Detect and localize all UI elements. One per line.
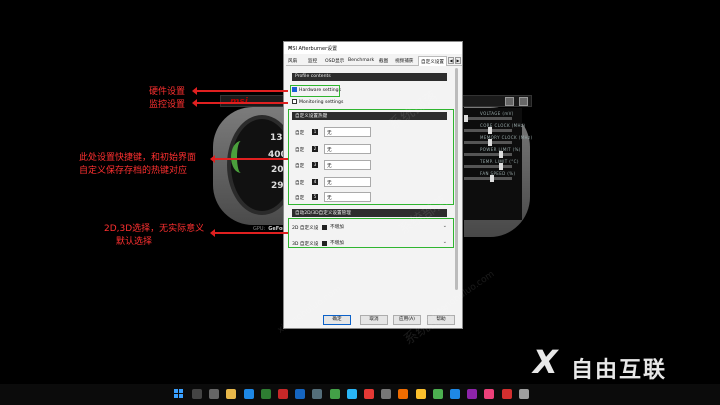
brand-x-icon: X <box>533 343 558 381</box>
notes-icon[interactable] <box>415 389 426 399</box>
slider-knob[interactable] <box>488 127 493 134</box>
slider-track <box>464 165 512 168</box>
annotation-hotkeys-line2: 自定义保存存档的热键对应 <box>79 166 188 176</box>
red-app-icon[interactable] <box>278 389 288 399</box>
tab-benchmark[interactable]: Benchmark <box>348 58 374 63</box>
afterburner-slider[interactable]: VOLTAGE (mV) <box>462 111 520 123</box>
arrow-icon <box>210 229 288 237</box>
gauge-value: 29 <box>271 181 284 191</box>
slider-knob[interactable] <box>499 151 504 158</box>
tab-fan[interactable]: 风扇 <box>288 58 297 64</box>
afterburner-slider[interactable]: TEMP. LIMIT (°C) <box>462 159 520 171</box>
tab-monitoring[interactable]: 监控 <box>308 58 317 64</box>
ok-button[interactable]: 确定 <box>323 315 351 325</box>
monitoring-settings-checkbox[interactable]: Monitoring settings <box>292 99 343 107</box>
red-app-2-icon[interactable] <box>501 389 512 399</box>
browser-icon[interactable] <box>260 389 271 399</box>
dialog-tabs: 风扇 监控 OSD显示 Benchmark 截图 视频捕获 自定义设置 ◀ ▶ <box>286 56 462 66</box>
brand-logo: X 自由互联 <box>533 343 703 383</box>
highlight-hardware-settings <box>290 85 340 97</box>
afterburner-icon[interactable] <box>518 389 529 399</box>
media-icon[interactable] <box>398 389 409 399</box>
slider-label: VOLTAGE (mV) <box>480 111 514 116</box>
profile-contents-header: Profile contents <box>292 73 447 81</box>
arrow-icon <box>192 87 288 95</box>
tab-video-capture[interactable]: 视频捕获 <box>395 58 413 64</box>
blue-app-icon[interactable] <box>295 389 306 399</box>
slider-knob[interactable] <box>464 115 468 122</box>
task-view-icon[interactable] <box>209 389 220 399</box>
slider-knob[interactable] <box>490 175 495 182</box>
slider-label: CORE CLOCK (MHz) <box>480 123 526 128</box>
gauge-arc <box>231 141 251 173</box>
taskbar <box>0 384 720 405</box>
annotation-mode-line1: 2D,3D选择，无实际意义 <box>104 224 205 234</box>
annotation-monitoring: 监控设置 <box>149 100 186 110</box>
annotation-mode-line2: 默认选择 <box>116 237 153 247</box>
close-icon[interactable]: ✕ <box>288 45 459 51</box>
edge-icon[interactable] <box>243 389 254 399</box>
cancel-button[interactable]: 取消 <box>360 315 388 325</box>
arrow-icon <box>210 155 288 163</box>
gauge-value: 20 <box>271 165 284 175</box>
monitoring-settings-label: Monitoring settings <box>299 100 344 105</box>
slider-track <box>464 177 512 180</box>
checkbox-unchecked-icon <box>292 99 297 104</box>
tab-osd[interactable]: OSD显示 <box>325 58 344 64</box>
wechat-icon[interactable] <box>329 389 340 399</box>
afterburner-slider[interactable]: CORE CLOCK (MHz) <box>462 123 525 135</box>
minimize-icon[interactable] <box>505 97 514 106</box>
start-icon[interactable] <box>174 389 184 399</box>
tab-scroll-right-icon[interactable]: ▶ <box>455 57 461 64</box>
tab-screenshot[interactable]: 截图 <box>379 58 388 64</box>
afterburner-slider[interactable]: FAN SPEED (%) <box>462 171 520 183</box>
slider-track <box>464 153 512 156</box>
qq-icon[interactable] <box>346 389 357 399</box>
slider-track <box>464 117 512 120</box>
afterburner-slider[interactable]: MEMORY CLOCK (MHz) <box>462 135 532 147</box>
mail-icon[interactable] <box>450 389 460 399</box>
highlight-hotkeys <box>288 109 454 205</box>
chrome-icon[interactable] <box>432 389 443 399</box>
gray-app-icon[interactable] <box>381 389 392 399</box>
pink-app-icon[interactable] <box>484 389 495 399</box>
afterburner-slider[interactable]: POWER LIMIT (%) <box>462 147 520 159</box>
slider-knob[interactable] <box>499 163 504 170</box>
brand-text: 自由互联 <box>571 358 668 383</box>
file-explorer-icon[interactable] <box>226 389 237 399</box>
store-icon[interactable] <box>312 389 323 399</box>
tab-profiles[interactable]: 自定义设置 <box>418 56 447 66</box>
tab-scroll-left-icon[interactable]: ◀ <box>448 57 454 64</box>
annotation-hardware: 硬件设置 <box>149 87 186 97</box>
annotation-hotkeys-line1: 此处设置快捷键，和初始界面 <box>79 153 197 163</box>
dialog-titlebar: MSI Afterburner设置 ✕ <box>284 42 462 54</box>
slider-knob[interactable] <box>488 139 493 146</box>
close-icon[interactable] <box>519 97 528 106</box>
arrow-icon <box>192 99 288 107</box>
slider-label: FAN SPEED (%) <box>480 171 516 176</box>
dialog-scrollbar[interactable] <box>455 68 458 290</box>
search-icon[interactable] <box>192 389 202 399</box>
photos-icon[interactable] <box>467 389 478 399</box>
music-icon[interactable] <box>364 389 374 399</box>
